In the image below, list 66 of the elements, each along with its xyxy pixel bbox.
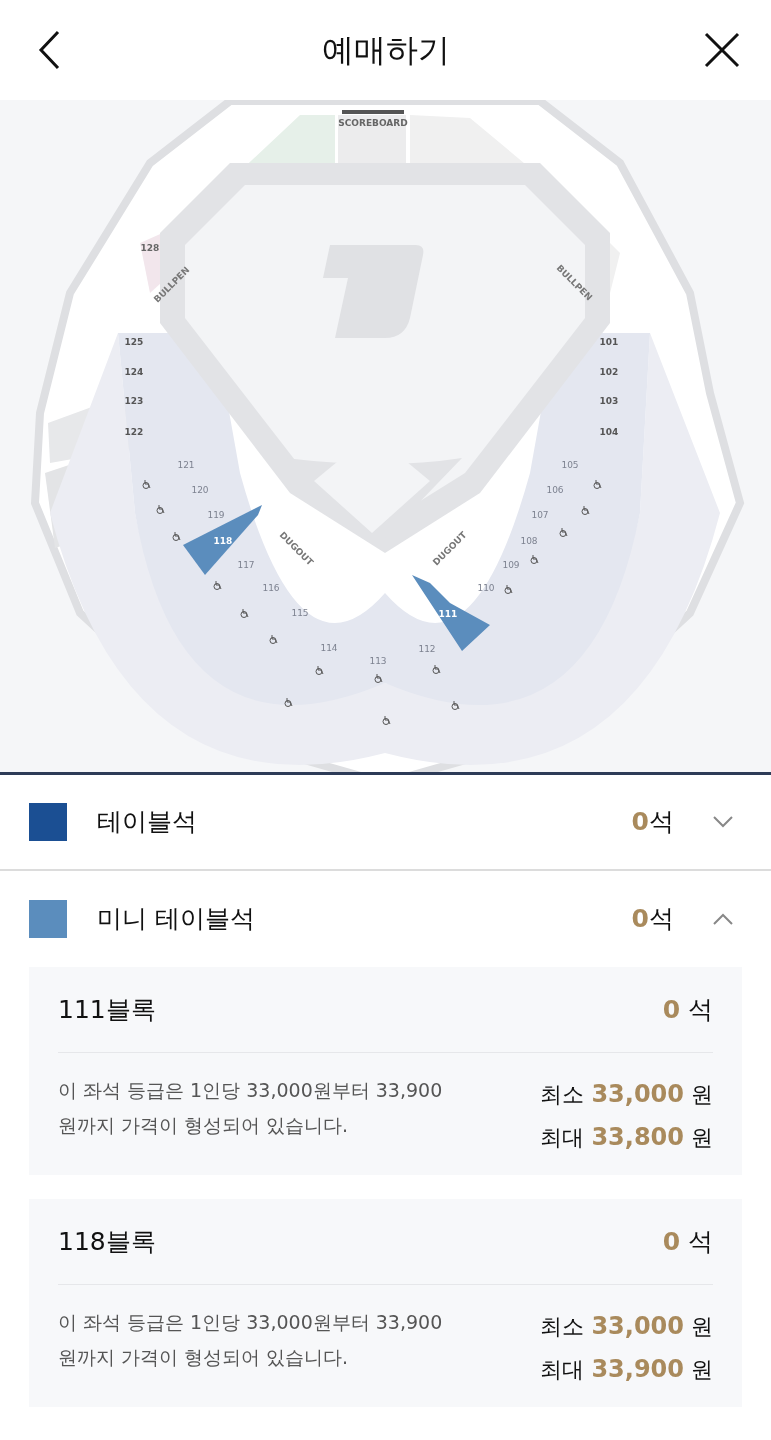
scoreboard-block bbox=[338, 115, 406, 163]
section-label: 104 bbox=[599, 426, 619, 437]
wheelchair-icon bbox=[240, 608, 249, 618]
section-label: 115 bbox=[291, 607, 309, 618]
section-label: 125 bbox=[124, 336, 144, 347]
section-label: 114 bbox=[320, 642, 338, 653]
section-label: 105 bbox=[561, 459, 579, 470]
wheelchair-icon bbox=[156, 504, 165, 514]
section-label: 122 bbox=[124, 426, 144, 437]
section-label: 112 bbox=[418, 643, 436, 654]
wheelchair-icon bbox=[269, 634, 278, 644]
wheelchair-icon bbox=[432, 664, 441, 674]
scoreboard-bar bbox=[342, 110, 404, 114]
section-label: 124 bbox=[124, 366, 144, 377]
wheelchair-icon bbox=[559, 527, 568, 537]
section-label: 110 bbox=[477, 582, 495, 593]
seat-category-row[interactable]: 미니 테이블석 0석 bbox=[0, 871, 771, 967]
section-label: 120 bbox=[191, 484, 209, 495]
section-label: 107 bbox=[531, 509, 549, 520]
block-name: 118블록 bbox=[58, 1225, 156, 1258]
section-label: 116 bbox=[262, 582, 280, 593]
wheelchair-icon bbox=[142, 479, 151, 489]
wheelchair-icon bbox=[172, 531, 181, 541]
wheelchair-icon bbox=[504, 584, 513, 594]
price-range: 최소 33,000 원 bbox=[540, 1311, 713, 1342]
section-label: 119 bbox=[207, 509, 225, 520]
section-label: 102 bbox=[599, 366, 619, 377]
price-range: 최대 33,800 원 bbox=[540, 1122, 713, 1153]
wheelchair-icon bbox=[581, 505, 590, 515]
wheelchair-icon bbox=[382, 715, 391, 725]
block-name: 111블록 bbox=[58, 993, 156, 1026]
seat-count: 0석 bbox=[631, 903, 674, 936]
section-label: 111 bbox=[438, 608, 458, 619]
wheelchair-icon bbox=[284, 697, 293, 707]
section-label: 106 bbox=[546, 484, 564, 495]
section-label: 118 bbox=[213, 535, 233, 546]
section-label: 123 bbox=[124, 395, 144, 406]
wheelchair-icon bbox=[315, 665, 324, 675]
wheelchair-icon bbox=[374, 673, 383, 683]
section-label: 113 bbox=[369, 655, 387, 666]
section-label: 128 bbox=[140, 242, 160, 253]
wheelchair-icon bbox=[213, 580, 222, 590]
price-description: 이 좌석 등급은 1인당 33,000원부터 33,900 원까지 가격이 형성되어 있습니다. bbox=[58, 1078, 444, 1138]
wheelchair-icon bbox=[593, 479, 602, 489]
section-label: 103 bbox=[599, 395, 619, 406]
section-label: 109 bbox=[502, 559, 520, 570]
section-label: 108 bbox=[520, 535, 538, 546]
close-icon bbox=[704, 32, 740, 68]
scoreboard-label: SCOREBOARD bbox=[338, 117, 408, 128]
price-range: 최소 33,000 원 bbox=[540, 1079, 713, 1110]
price-description: 이 좌석 등급은 1인당 33,000원부터 33,900 원까지 가격이 형성되어 있습니다. bbox=[58, 1310, 444, 1370]
seat-count: 0 석 bbox=[662, 993, 713, 1026]
wheelchair-icon bbox=[451, 700, 460, 710]
wheelchair-icon bbox=[530, 554, 539, 564]
back-icon bbox=[38, 30, 60, 70]
seat-count: 0 석 bbox=[662, 1225, 713, 1258]
section-label: 117 bbox=[237, 559, 255, 570]
category-name: 미니 테이블석 bbox=[97, 903, 256, 936]
page-title: 예매하기 bbox=[321, 30, 450, 71]
seat-block[interactable] bbox=[183, 505, 262, 575]
section-label: 121 bbox=[177, 459, 195, 470]
seat-count: 0석 bbox=[631, 806, 674, 839]
category-name: 테이블석 bbox=[97, 806, 198, 839]
section-label: 101 bbox=[599, 336, 619, 347]
seat-category-row[interactable]: 테이블석 0석 bbox=[0, 775, 771, 871]
price-range: 최대 33,900 원 bbox=[540, 1354, 713, 1385]
